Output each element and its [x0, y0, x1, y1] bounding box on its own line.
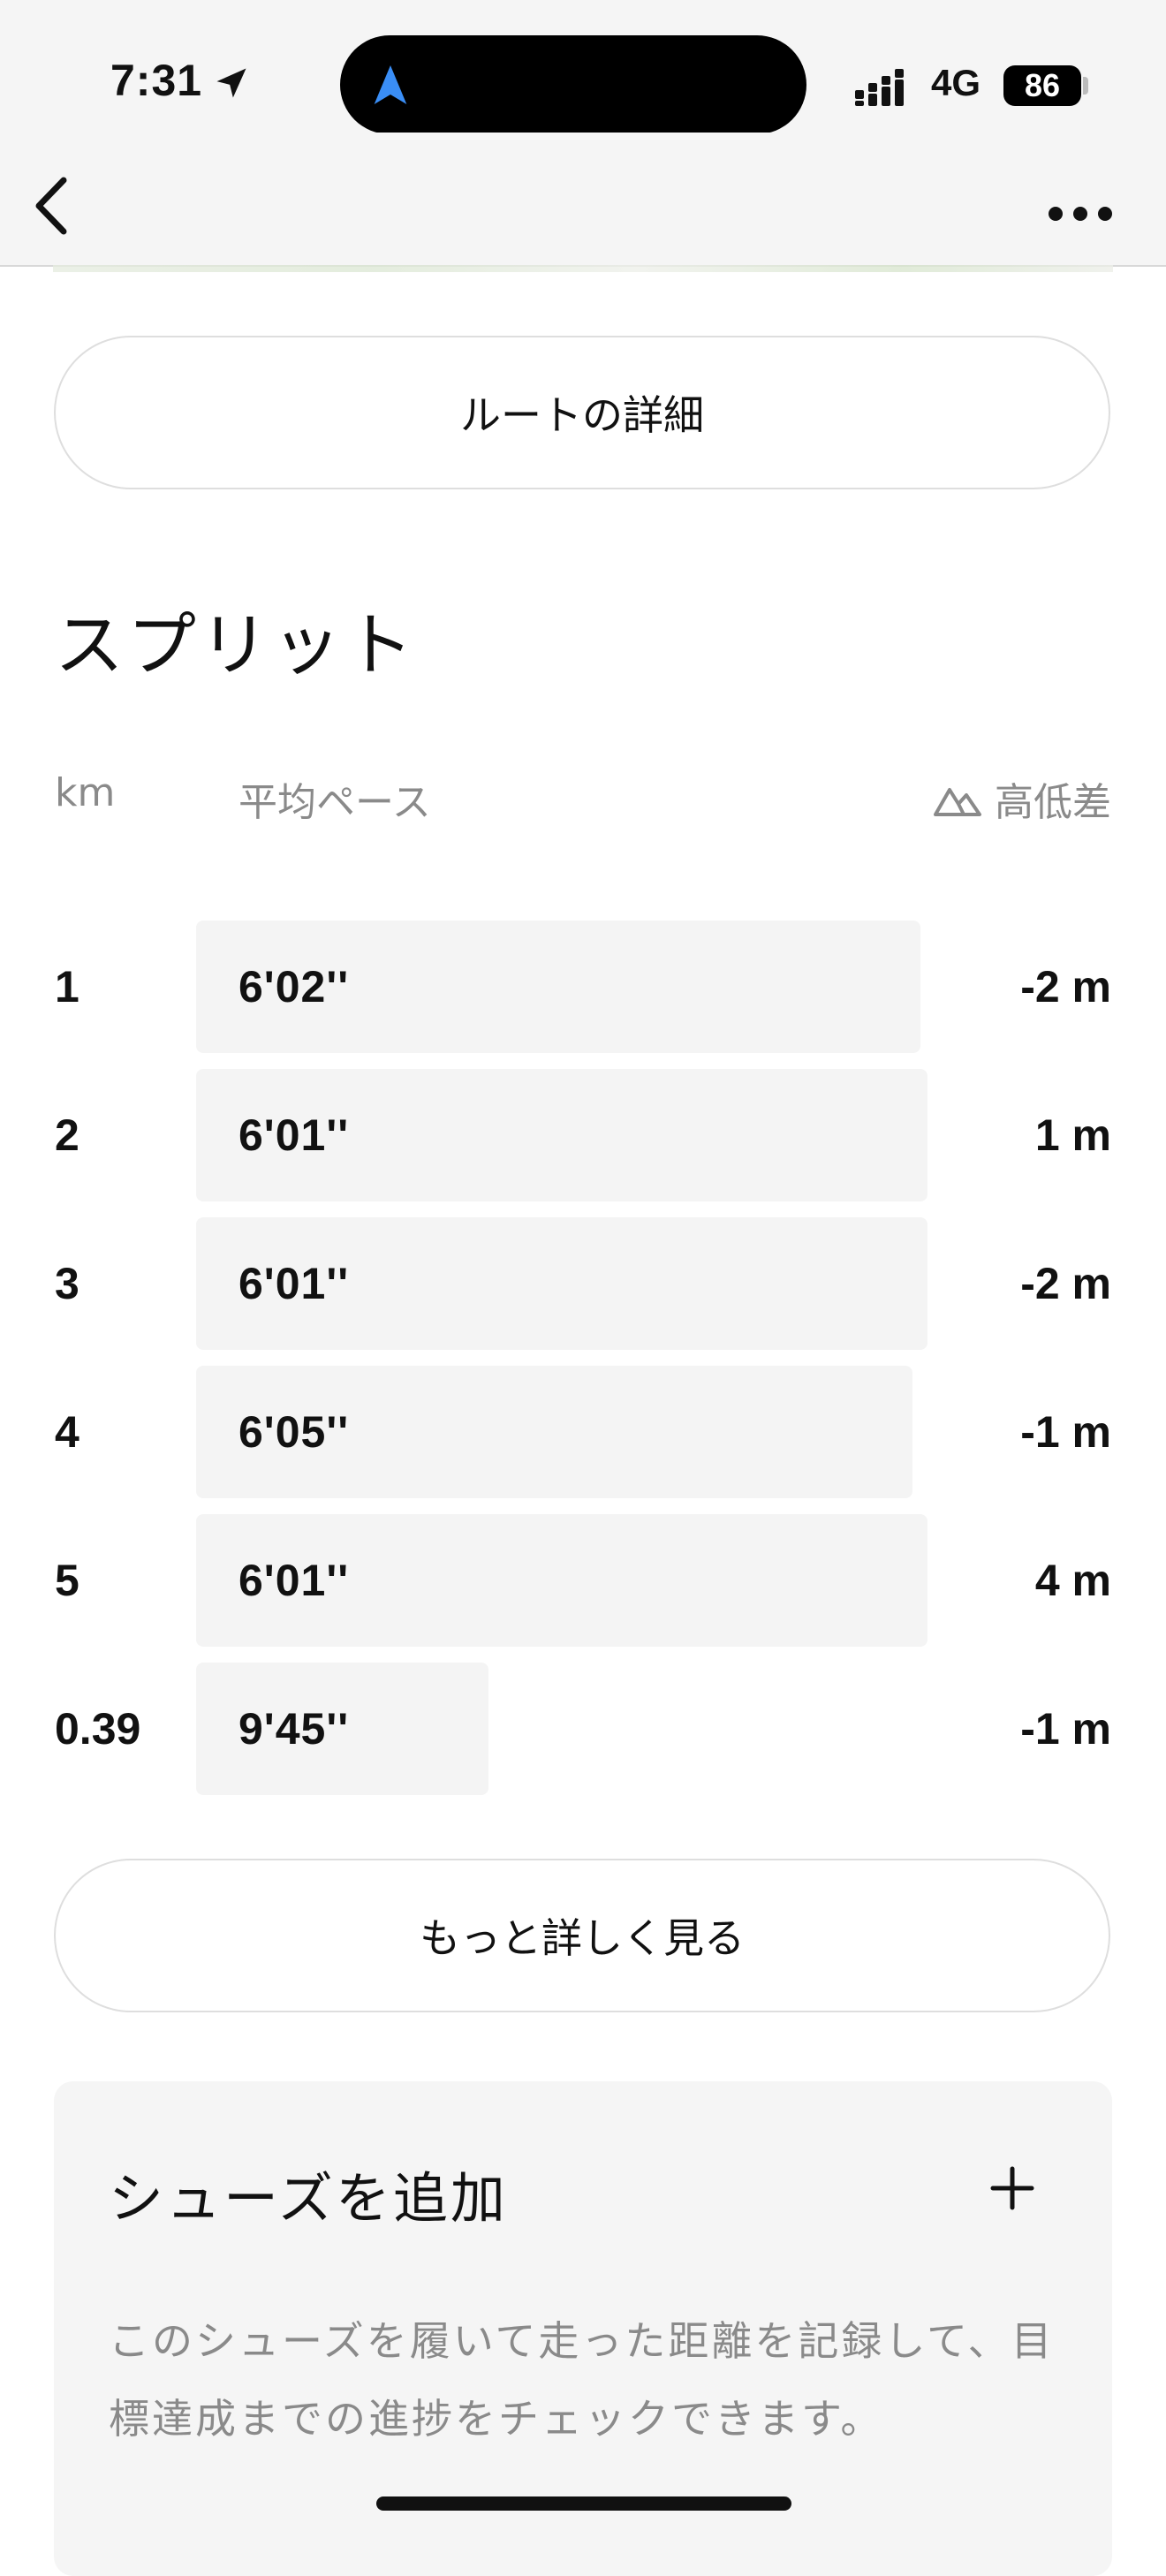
split-row: 0.39 9'45'' -1 m	[0, 1663, 1166, 1795]
split-km: 0.39	[55, 1704, 141, 1754]
km-column-header: km	[55, 770, 116, 815]
battery-indicator: 86	[1003, 65, 1081, 106]
split-km: 1	[55, 962, 80, 1011]
elevation-column-label: 高低差	[995, 780, 1111, 825]
split-row: 1 6'02'' -2 m	[0, 921, 1166, 1053]
ellipsis-icon[interactable]	[1047, 205, 1114, 223]
pace-column-header: 平均ペース	[238, 780, 431, 825]
map-preview-edge	[53, 265, 1113, 272]
split-pace: 6'01''	[238, 1110, 350, 1160]
split-elevation: -1 m	[1020, 1704, 1111, 1754]
split-pace: 6'01''	[238, 1259, 350, 1308]
split-elevation: -2 m	[1020, 962, 1111, 1011]
battery-tip	[1083, 77, 1088, 95]
location-arrow-icon	[216, 68, 246, 98]
see-more-details-button[interactable]: もっと詳しく見る	[54, 1859, 1110, 2012]
split-km: 5	[55, 1556, 80, 1605]
split-elevation: 1 m	[1034, 1110, 1111, 1160]
route-details-button[interactable]: ルートの詳細	[54, 336, 1110, 489]
status-time: 7:31	[110, 56, 203, 105]
add-shoes-title: シューズを追加	[109, 2166, 508, 2231]
splits-title: スプリット	[55, 606, 418, 686]
signal-icon	[855, 69, 904, 106]
split-pace: 9'45''	[238, 1704, 350, 1754]
home-indicator	[376, 2496, 791, 2511]
split-row: 3 6'01'' -2 m	[0, 1217, 1166, 1350]
elevation-column-header: 高低差	[933, 770, 1111, 827]
split-pace: 6'05''	[238, 1407, 350, 1457]
navigation-arrow-icon	[374, 65, 407, 104]
split-elevation: -2 m	[1020, 1259, 1111, 1308]
navigation-bar	[0, 133, 1166, 267]
split-pace: 6'02''	[238, 962, 350, 1011]
split-pace: 6'01''	[238, 1556, 350, 1605]
battery-level: 86	[1024, 67, 1061, 103]
split-row: 4 6'05'' -1 m	[0, 1366, 1166, 1498]
mountain-icon	[934, 788, 981, 816]
plus-icon[interactable]	[990, 2166, 1034, 2210]
split-km: 3	[55, 1259, 80, 1308]
split-row: 5 6'01'' 4 m	[0, 1514, 1166, 1647]
split-km: 4	[55, 1407, 80, 1457]
add-shoes-description: このシューズを履いて走った距離を記録して、目標達成までの進捗をチェックできます。	[109, 2317, 1055, 2443]
split-row: 2 6'01'' 1 m	[0, 1069, 1166, 1201]
split-km: 2	[55, 1110, 80, 1160]
split-elevation: -1 m	[1020, 1407, 1111, 1457]
chevron-left-icon[interactable]	[26, 175, 80, 237]
dynamic-island	[340, 35, 806, 134]
split-elevation: 4 m	[1034, 1556, 1111, 1605]
network-type: 4G	[931, 62, 981, 103]
